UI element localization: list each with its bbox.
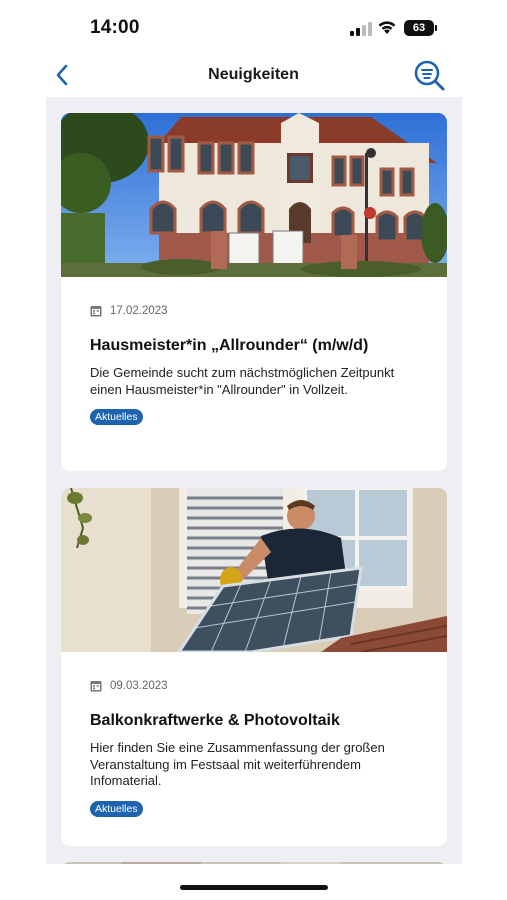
news-date: 09.03.2023 xyxy=(110,680,168,692)
battery-icon: 63 xyxy=(404,20,434,36)
signal-icon xyxy=(350,22,372,36)
calendar-icon xyxy=(90,681,102,692)
card-body: 09.03.2023 Balkonkraftwerke & Photovolta… xyxy=(90,678,425,817)
news-card[interactable]: 17.02.2023 Hausmeister*in „Allrounder“ (… xyxy=(61,113,447,471)
calendar-icon xyxy=(90,306,102,317)
solar-panel-image xyxy=(61,488,447,652)
news-list: 17.02.2023 Hausmeister*in „Allrounder“ (… xyxy=(46,97,462,864)
town-hall-image xyxy=(61,113,447,277)
search-filter-icon[interactable] xyxy=(412,58,446,92)
category-badge: Aktuelles xyxy=(90,409,143,425)
status-bar: 14:00 63 xyxy=(0,0,507,56)
date-row: 17.02.2023 xyxy=(90,303,425,319)
news-title: Balkonkraftwerke & Photovoltaik xyxy=(90,712,340,729)
news-card[interactable]: 09.03.2023 Balkonkraftwerke & Photovolta… xyxy=(61,488,447,846)
category-badge: Aktuelles xyxy=(90,800,143,817)
news-card[interactable] xyxy=(61,862,447,864)
battery-tip xyxy=(435,25,437,31)
status-time: 14:00 xyxy=(90,17,140,38)
news-date: 17.02.2023 xyxy=(110,305,168,317)
wifi-icon xyxy=(378,21,396,34)
news-image-partial xyxy=(61,862,447,864)
home-indicator[interactable] xyxy=(180,885,328,890)
nav-bar: Neuigkeiten xyxy=(0,56,507,96)
date-row: 09.03.2023 xyxy=(90,678,425,694)
news-teaser: Hier finden Sie eine Zusammenfassung der… xyxy=(90,740,385,788)
news-teaser: Die Gemeinde sucht zum nächstmöglichen Z… xyxy=(90,365,395,397)
card-body: 17.02.2023 Hausmeister*in „Allrounder“ (… xyxy=(90,303,425,425)
news-title: Hausmeister*in „Allrounder“ (m/w/d) xyxy=(90,337,369,354)
